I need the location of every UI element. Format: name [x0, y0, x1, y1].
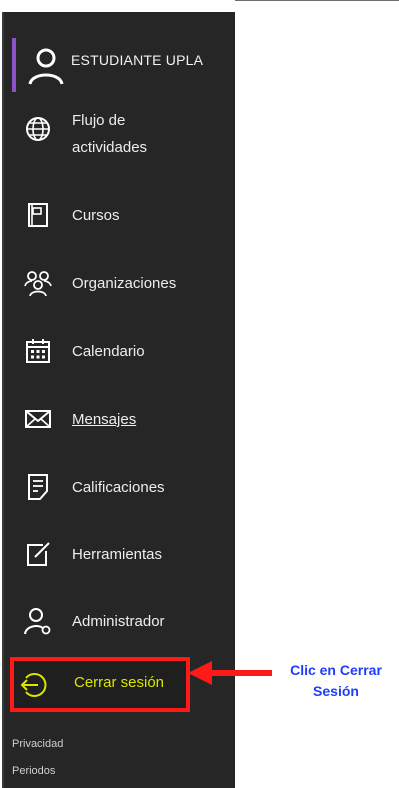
annotation-note: Clic en Cerrar Sesión — [276, 660, 396, 702]
logout-button[interactable]: Cerrar sesión — [10, 657, 190, 712]
admin-user-icon — [24, 608, 51, 635]
red-arrow-icon — [188, 661, 272, 685]
logout-label: Cerrar sesión — [74, 674, 165, 691]
active-indicator — [12, 38, 16, 92]
sidebar-item-messages[interactable]: Mensajes — [2, 402, 235, 438]
user-name: ESTUDIANTE UPLA — [71, 52, 204, 68]
sidebar-item-admin[interactable]: Administrador — [2, 604, 235, 640]
sidebar-item-label: Calendario — [72, 343, 145, 360]
sidebar-item-label: Calificaciones — [72, 479, 165, 496]
sidebar-item-calendar[interactable]: Calendario — [2, 334, 235, 370]
sidebar-item-tools[interactable]: Herramientas — [2, 537, 235, 573]
content-top-divider — [235, 0, 399, 1]
annotation-line1: Clic en Cerrar — [290, 662, 382, 678]
sidebar-item-label: Flujo de — [72, 112, 126, 129]
sidebar-item-activity-stream[interactable]: Flujo de actividades — [2, 104, 235, 166]
privacy-link[interactable]: Privacidad — [12, 738, 63, 750]
grades-icon — [28, 474, 48, 500]
sidebar-item-label: Administrador — [72, 613, 165, 630]
envelope-icon — [25, 410, 51, 428]
sidebar-item-organizations[interactable]: Organizaciones — [2, 266, 235, 302]
sidebar-item-label: Organizaciones — [72, 275, 177, 292]
sidebar-item-label: actividades — [72, 139, 148, 156]
book-icon — [28, 203, 48, 227]
annotation-line2: Sesión — [313, 683, 359, 699]
periods-link[interactable]: Periodos — [12, 765, 55, 777]
sidebar-item-label: Cursos — [72, 207, 120, 224]
user-profile[interactable]: ESTUDIANTE UPLA — [2, 34, 235, 96]
edit-icon — [27, 542, 50, 566]
globe-icon — [26, 117, 50, 141]
user-icon — [28, 48, 64, 85]
sidebar-item-grades[interactable]: Calificaciones — [2, 470, 235, 506]
group-icon — [24, 271, 52, 297]
sidebar-item-courses[interactable]: Cursos — [2, 198, 235, 234]
sidebar-item-label: Herramientas — [72, 546, 163, 563]
calendar-icon — [26, 339, 50, 363]
logout-icon — [20, 673, 47, 697]
sidebar-item-label: Mensajes — [72, 411, 137, 428]
